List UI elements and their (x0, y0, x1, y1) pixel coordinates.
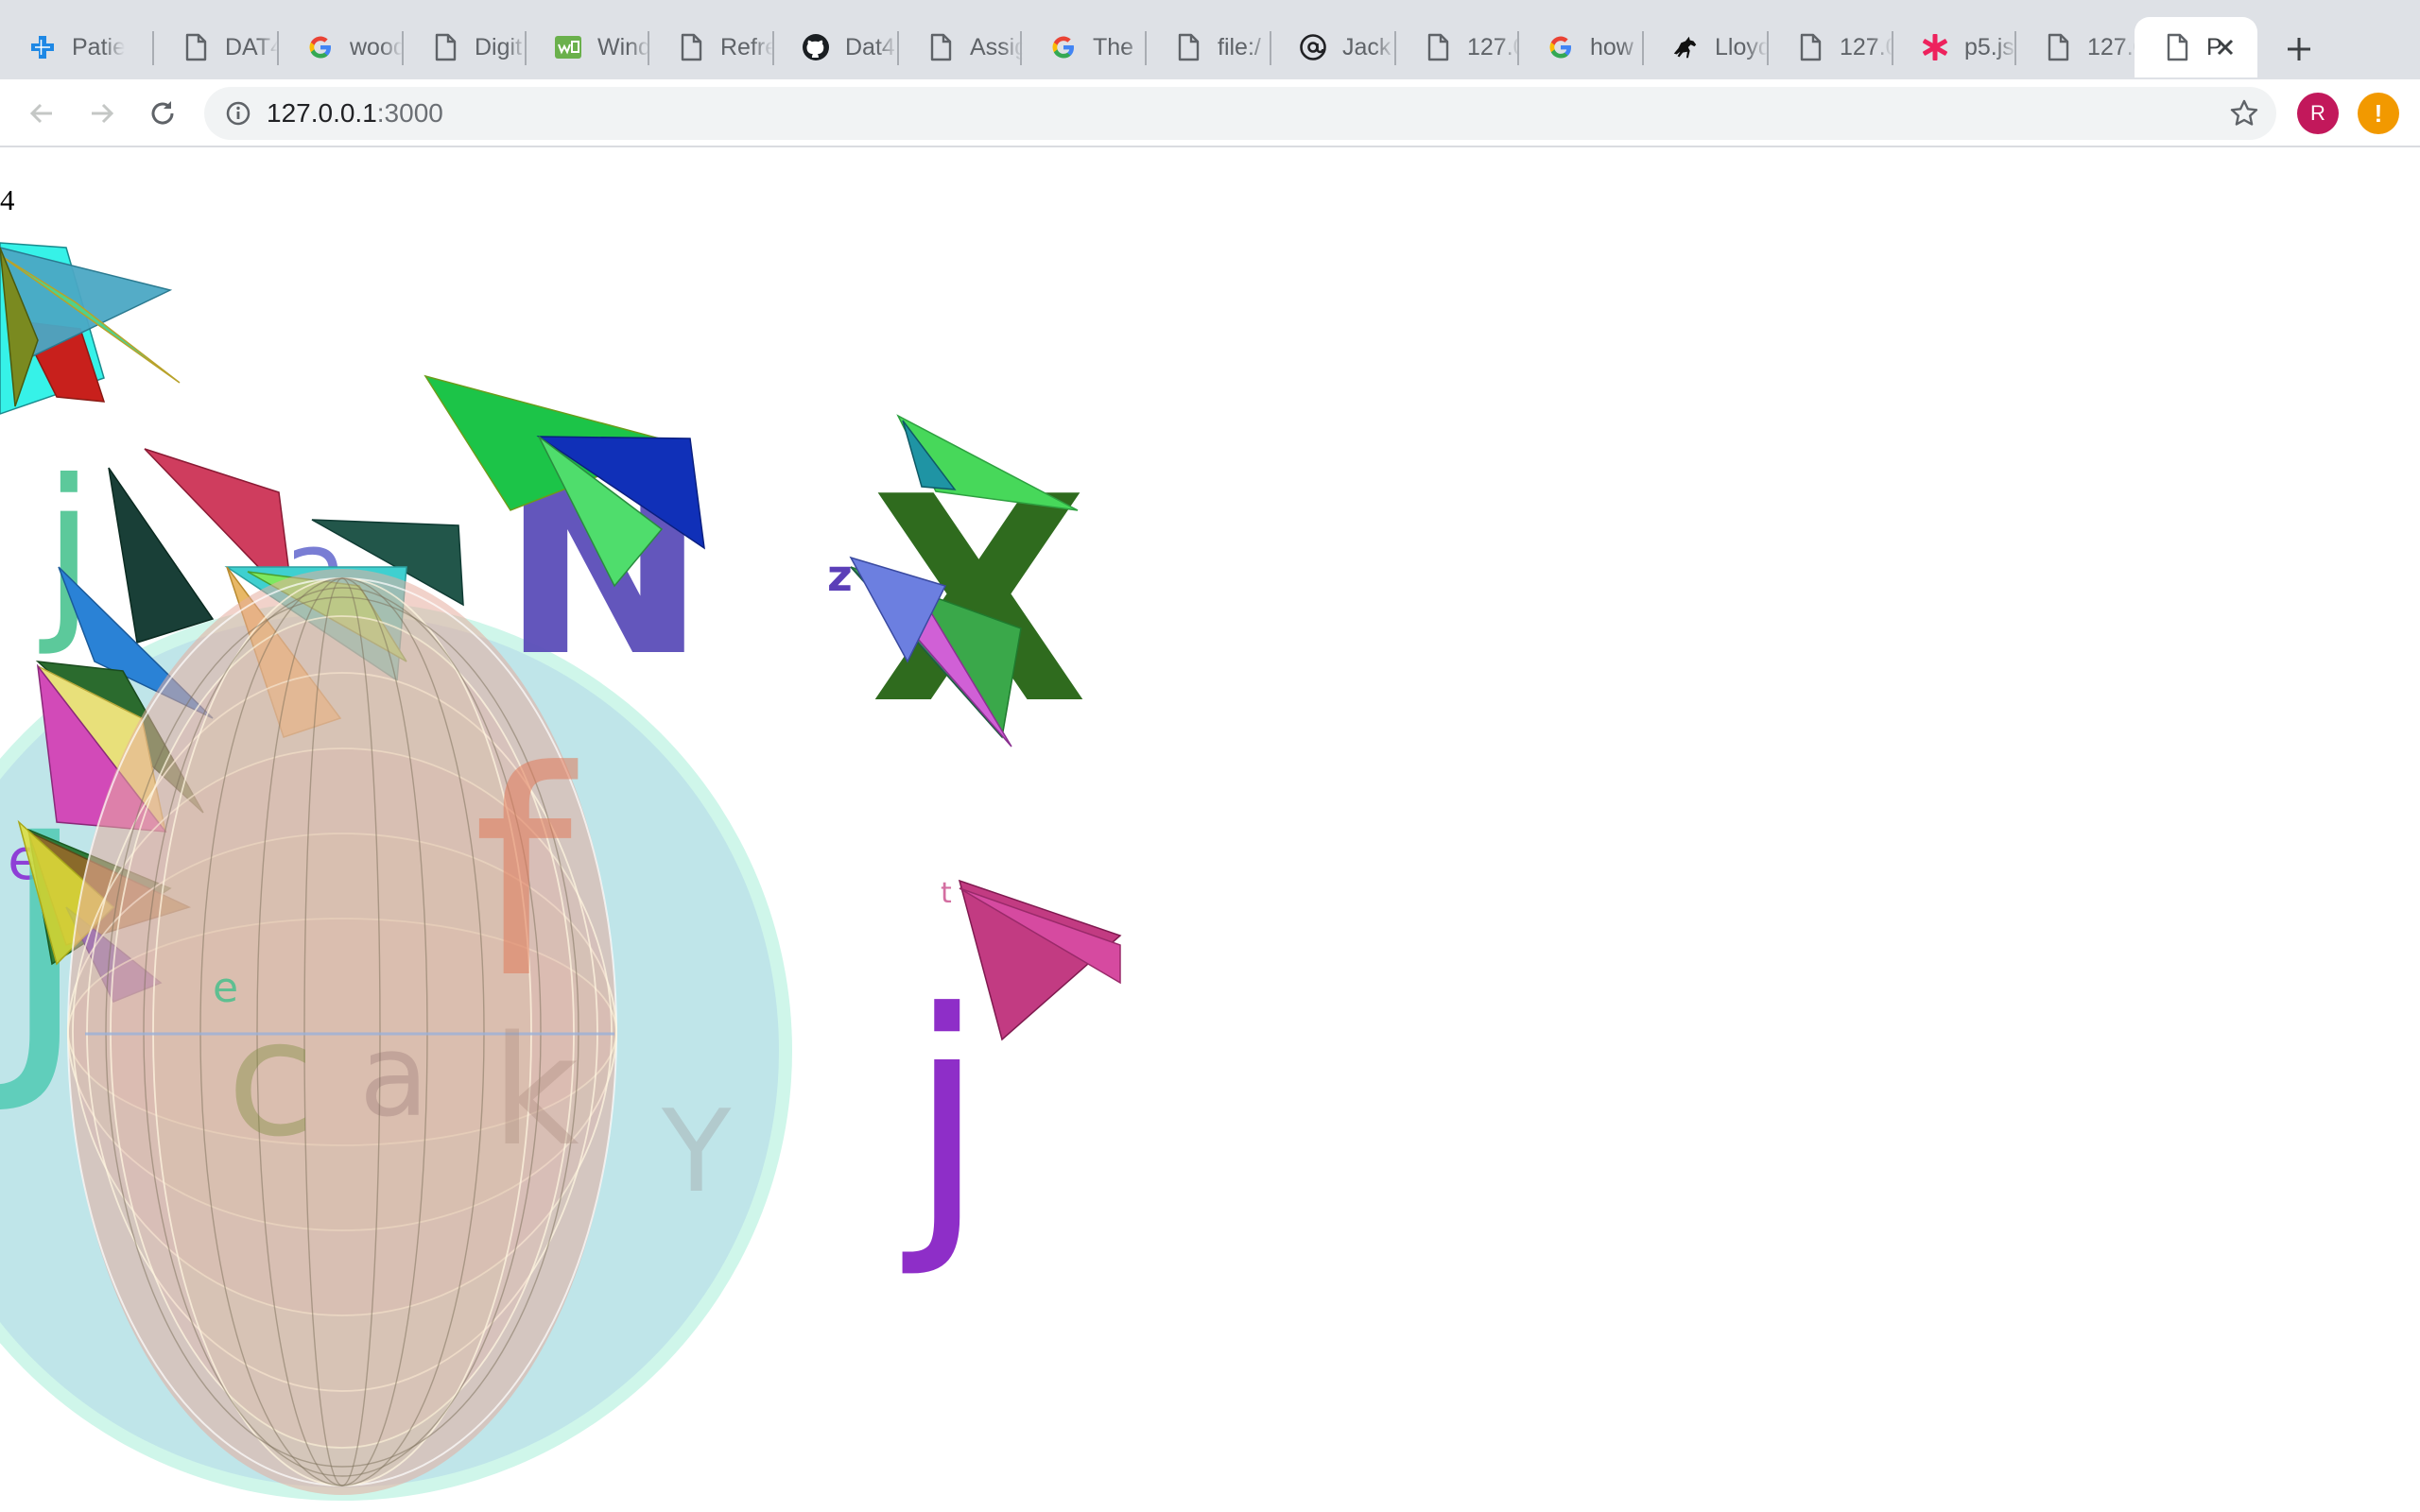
github-icon (802, 33, 830, 61)
browser-tab[interactable]: Patie (0, 17, 125, 77)
letter-glyph: Y (661, 1087, 732, 1218)
letter-glyph: t (941, 877, 952, 910)
browser-tab[interactable]: The (1021, 17, 1146, 77)
document-icon (431, 33, 459, 61)
browser-tab[interactable]: Jack (1270, 17, 1395, 77)
browser-tab[interactable]: Wind (526, 17, 650, 77)
letter-glyph: z (827, 550, 853, 601)
tab-title: Patie (72, 33, 125, 60)
page-viewport: 4 jaNXzeJfckaYejt (0, 149, 2420, 1512)
tab-title: The (1093, 33, 1134, 60)
browser-tab[interactable]: DAT4 (153, 17, 278, 77)
tab-title: Wind (597, 33, 650, 60)
tab-title: DAT4 (225, 33, 278, 60)
browser-tab[interactable]: Lloyd (1643, 17, 1768, 77)
tab-separator (152, 31, 154, 65)
tab-title: Refre (720, 33, 773, 60)
tab-title: 127.0 (1840, 33, 1893, 60)
document-icon (2044, 33, 2072, 61)
arrow-right-icon (92, 103, 114, 124)
tab-title: p5.js (1964, 33, 2014, 60)
browser-tab[interactable]: 127.0 (1768, 17, 1893, 77)
window-app-icon (554, 33, 582, 61)
bookmark-star-icon[interactable] (2227, 96, 2261, 130)
document-icon (1174, 33, 1202, 61)
tab-title: Jack (1342, 33, 1392, 60)
tab-strip: Patie DAT4 wood Digit Wind Refre Dat4 Assig The f… (0, 0, 2420, 79)
tab-separator (2014, 31, 2016, 65)
tab-title: Digit (475, 33, 523, 60)
new-tab-button[interactable] (2276, 26, 2322, 72)
medical-cross-icon (28, 33, 57, 61)
letter-glyph: k (492, 1003, 579, 1179)
browser-tab[interactable]: 127.0 (2015, 17, 2140, 77)
url-port: :3000 (376, 98, 443, 128)
tab-title: 127.0 (1467, 33, 1520, 60)
tab-title: how (1590, 33, 1634, 60)
profile-avatar[interactable]: R (2297, 93, 2339, 134)
horse-icon (1671, 33, 1700, 61)
letter-glyph: c (227, 986, 315, 1173)
reload-icon (151, 101, 174, 125)
tab-title: Dat4 (845, 33, 895, 60)
document-icon (677, 33, 705, 61)
url-host: 127.0.0.1 (267, 98, 377, 128)
browser-tab[interactable]: p5.js (1893, 17, 2017, 77)
tab-separator (525, 31, 527, 65)
forward-button[interactable] (79, 91, 125, 136)
update-alert-icon[interactable]: ! (2358, 93, 2399, 134)
tab-title: Assig (970, 33, 1023, 60)
google-icon (1049, 33, 1078, 61)
close-tab-icon[interactable] (2208, 30, 2242, 64)
browser-tab[interactable]: file:/ (1146, 17, 1270, 77)
tab-separator (1517, 31, 1519, 65)
browser-tab[interactable]: Refre (648, 17, 773, 77)
arrow-left-icon (29, 103, 52, 124)
letter-glyph: j (899, 952, 987, 1281)
google-icon (1547, 33, 1575, 61)
document-icon (1424, 33, 1452, 61)
tab-title: Lloyd (1715, 33, 1768, 60)
tab-separator (772, 31, 774, 65)
tab-separator (1394, 31, 1396, 65)
letter-glyph: e (213, 964, 238, 1012)
site-info-icon[interactable] (223, 98, 253, 129)
document-icon (1796, 33, 1824, 61)
browser-tab[interactable]: wood (278, 17, 403, 77)
back-button[interactable] (19, 91, 64, 136)
tab-separator (1892, 31, 1893, 65)
tab-separator (402, 31, 404, 65)
letter-glyph: f (473, 711, 579, 1040)
browser-tab[interactable]: Dat4 (773, 17, 898, 77)
tab-separator (277, 31, 279, 65)
tab-separator (648, 31, 649, 65)
browser-tab[interactable]: P (2135, 17, 2257, 77)
address-bar[interactable]: 127.0.0.1:3000 (204, 87, 2276, 140)
document-icon (182, 33, 210, 61)
p5-sketch-canvas[interactable]: jaNXzeJfckaYejt (0, 149, 2420, 1512)
reload-button[interactable] (140, 91, 185, 136)
google-icon (306, 33, 335, 61)
tab-title: 127.0 (2087, 33, 2140, 60)
plus-icon (2288, 38, 2310, 60)
at-sign-icon (1299, 33, 1327, 61)
p5-asterisk-icon (1921, 33, 1949, 61)
tab-separator (1020, 31, 1022, 65)
url-text: 127.0.0.1:3000 (267, 97, 443, 129)
browser-tab[interactable]: Digit (403, 17, 527, 77)
tab-title: file:/ (1218, 33, 1261, 60)
tab-separator (1642, 31, 1644, 65)
tab-separator (1767, 31, 1769, 65)
tab-separator (1270, 31, 1271, 65)
document-icon (926, 33, 955, 61)
browser-toolbar: 127.0.0.1:3000 R ! (0, 79, 2420, 147)
browser-tab[interactable]: how (1518, 17, 1643, 77)
browser-tab[interactable]: 127.0 (1395, 17, 1520, 77)
document-icon (2163, 33, 2191, 61)
letter-glyph: a (359, 1011, 429, 1143)
browser-tab[interactable]: Assig (898, 17, 1023, 77)
tab-separator (897, 31, 899, 65)
tab-title: wood (350, 33, 403, 60)
tab-separator (1145, 31, 1147, 65)
